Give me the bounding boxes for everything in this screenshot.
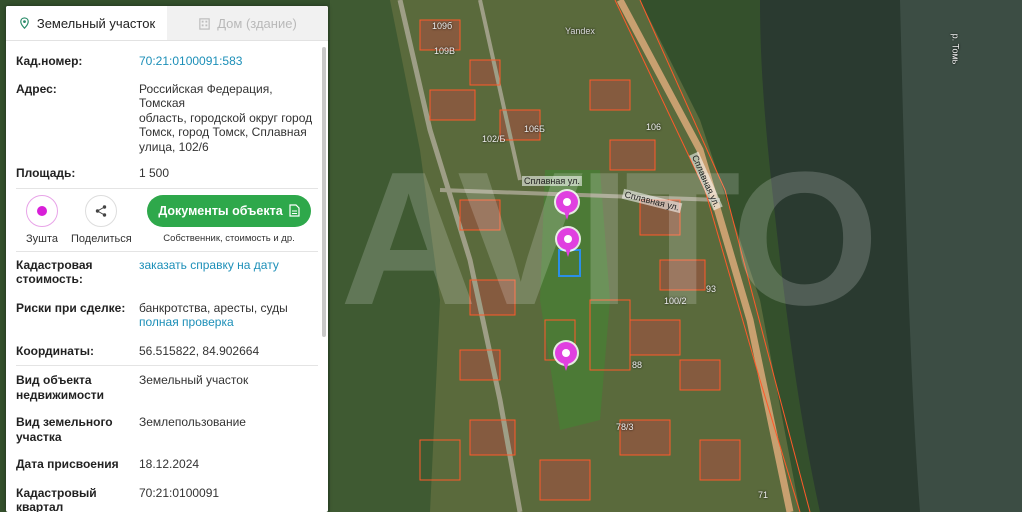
field-label: Вид объекта недвижимости bbox=[16, 373, 139, 402]
row-assign-date: Дата присвоения 18.12.2024 bbox=[6, 457, 328, 472]
label-line: Кадастровый bbox=[16, 485, 97, 500]
building-icon bbox=[199, 17, 210, 30]
house-number: 109б bbox=[432, 21, 453, 31]
row-area: Площадь: 1 500 bbox=[6, 166, 328, 181]
map-pin-marker[interactable] bbox=[555, 342, 577, 372]
field-label: Кад.номер: bbox=[16, 54, 83, 68]
share-button[interactable]: Поделиться bbox=[71, 194, 132, 245]
house-number: 71 bbox=[758, 490, 769, 500]
risks-text: банкротства, аресты, суды bbox=[139, 300, 288, 315]
house-number: 93 bbox=[706, 284, 717, 294]
object-type-value: Земельный участок bbox=[139, 373, 249, 387]
address-line: область, городской округ город bbox=[139, 110, 313, 125]
location-pin-icon bbox=[20, 16, 29, 29]
land-use-value: Землепользование bbox=[139, 415, 246, 429]
field-label: Адрес: bbox=[16, 81, 57, 96]
house-number: 106Б bbox=[524, 124, 545, 134]
label-line: Вид объекта bbox=[16, 373, 92, 387]
address-line: улица, 102/6 bbox=[139, 139, 209, 154]
house-number: 78/3 bbox=[616, 422, 634, 432]
risks-value: банкротства, аресты, суды полная проверк… bbox=[139, 301, 288, 330]
divider bbox=[16, 250, 318, 252]
field-label: Площадь: bbox=[16, 166, 76, 180]
panel-tabs: Земельный участок Дом (здание) bbox=[6, 6, 328, 41]
coordinates-value: 56.515822, 84.902664 bbox=[139, 343, 260, 358]
river-label: р. Томь bbox=[950, 33, 961, 65]
row-address: Адрес: Российская Федерация, Томская обл… bbox=[6, 82, 328, 155]
label-line: участка bbox=[16, 429, 62, 444]
field-label: Кадастровая стоимость: bbox=[16, 258, 139, 287]
map-pin-marker[interactable] bbox=[556, 191, 578, 221]
area-value: 1 500 bbox=[139, 166, 170, 180]
row-land-use: Вид земельного участка Землепользование bbox=[6, 415, 328, 444]
label-line: стоимость: bbox=[16, 272, 83, 286]
label-line: недвижимости bbox=[16, 387, 104, 402]
row-cadastral-block: Кадастровый квартал 70:21:0100091 bbox=[6, 486, 328, 512]
cadastral-block-value: 70:21:0100091 bbox=[139, 485, 220, 500]
label-line: Вид земельного bbox=[16, 415, 113, 429]
zushta-label: Зушта bbox=[25, 232, 58, 245]
row-object-type: Вид объекта недвижимости Земельный участ… bbox=[6, 373, 328, 402]
street-label-top: Сплавная ул. bbox=[522, 176, 582, 186]
house-number: 102/Б bbox=[482, 134, 506, 144]
row-cadastral-value: Кадастровая стоимость: заказать справку … bbox=[6, 258, 328, 287]
row-risks: Риски при сделке: банкротства, аресты, с… bbox=[6, 301, 328, 330]
house-number: 109В bbox=[434, 46, 456, 56]
zushta-icon bbox=[26, 194, 58, 227]
address-value: Российская Федерация, Томская область, г… bbox=[139, 82, 318, 155]
documents-button[interactable]: Документы объекта bbox=[147, 194, 311, 227]
tab-land-label: Земельный участок bbox=[36, 15, 156, 31]
panel-scrollbar[interactable] bbox=[322, 47, 326, 337]
address-line: Российская Федерация, Томская bbox=[139, 81, 273, 111]
tab-land-plot[interactable]: Земельный участок bbox=[6, 6, 167, 40]
tab-house[interactable]: Дом (здание) bbox=[167, 6, 328, 40]
map-pin-marker[interactable] bbox=[557, 228, 579, 258]
action-bar: Зушта Поделиться Документы объекта Собст… bbox=[6, 189, 328, 251]
address-line: Томск, город Томск, Сплавная bbox=[139, 125, 307, 139]
yandex-label: Yandex bbox=[565, 26, 595, 36]
field-label: Кадастровый квартал bbox=[16, 486, 139, 512]
house-number: 100/2 bbox=[664, 296, 687, 306]
documents-subtitle: Собственник, стоимость и др. bbox=[163, 232, 295, 244]
tab-house-label: Дом (здание) bbox=[217, 15, 297, 31]
order-certificate-link[interactable]: заказать справку на дату bbox=[139, 258, 279, 287]
share-icon bbox=[85, 194, 117, 227]
assign-date-value: 18.12.2024 bbox=[139, 457, 200, 471]
zushta-button[interactable]: Зушта bbox=[12, 194, 72, 245]
field-label: Дата присвоения bbox=[16, 457, 119, 471]
house-number: 106 bbox=[646, 122, 662, 132]
share-label: Поделиться bbox=[71, 232, 132, 245]
label-line: Кадастровая bbox=[16, 257, 93, 272]
field-label: Вид земельного участка bbox=[16, 415, 139, 444]
full-check-link[interactable]: полная проверка bbox=[139, 315, 288, 330]
panel-content[interactable]: Кад.номер: 70:21:0100091:583 Адрес: Росс… bbox=[6, 41, 328, 512]
row-cadastral-number: Кад.номер: 70:21:0100091:583 bbox=[6, 54, 328, 69]
field-label: Координаты: bbox=[16, 343, 95, 358]
parcel-info-panel: Земельный участок Дом (здание) Кад.номер… bbox=[6, 6, 328, 512]
document-icon bbox=[289, 204, 300, 217]
avito-watermark: AVITO bbox=[340, 133, 879, 345]
label-line: квартал bbox=[16, 500, 64, 512]
cadastral-number-link[interactable]: 70:21:0100091:583 bbox=[139, 54, 242, 69]
row-coordinates: Координаты: 56.515822, 84.902664 bbox=[6, 344, 328, 359]
house-number: 88 bbox=[632, 360, 643, 370]
documents-label: Документы объекта bbox=[158, 203, 283, 218]
divider bbox=[16, 365, 318, 366]
field-label: Риски при сделке: bbox=[16, 300, 126, 315]
